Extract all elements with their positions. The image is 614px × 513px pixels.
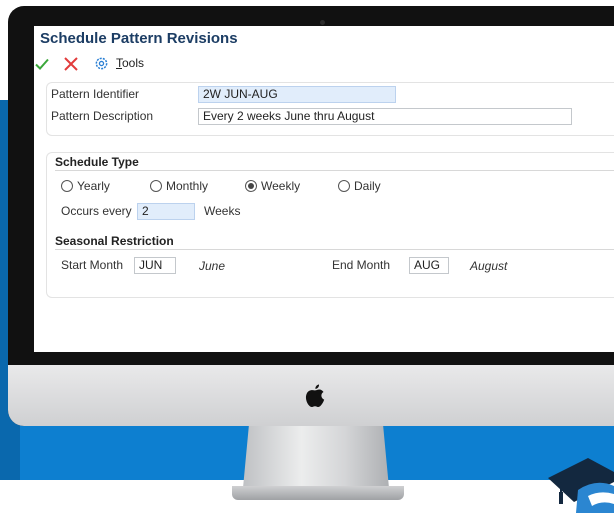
checkmark-icon[interactable] <box>34 56 50 72</box>
radio-monthly-label: Monthly <box>166 179 209 193</box>
radio-weekly-label: Weekly <box>261 179 301 193</box>
start-month-name: June <box>199 259 226 273</box>
radio-daily-label: Daily <box>354 179 381 193</box>
graduation-cap-logo-icon <box>548 458 614 513</box>
page-title: Schedule Pattern Revisions <box>40 30 238 47</box>
occurs-unit-label: Weeks <box>204 204 241 218</box>
pattern-identifier-label: Pattern Identifier <box>51 87 140 101</box>
end-month-field[interactable]: AUG <box>409 257 449 274</box>
gear-icon[interactable] <box>94 56 109 71</box>
tools-menu[interactable]: Tools <box>116 56 144 70</box>
section-divider <box>55 170 614 171</box>
monitor-stand-foot <box>232 486 404 500</box>
radio-yearly[interactable] <box>61 180 73 192</box>
pattern-description-field[interactable]: Every 2 weeks June thru August <box>198 108 572 125</box>
pattern-panel: Pattern Identifier 2W JUN-AUG Pattern De… <box>46 82 614 136</box>
end-month-name: August <box>470 259 508 273</box>
start-month-field[interactable]: JUN <box>134 257 176 274</box>
monitor-stand <box>243 426 389 488</box>
schedule-panel: Schedule Type Yearly Monthly Weekly Dail… <box>46 152 614 298</box>
section-divider <box>55 249 614 250</box>
occurs-every-label: Occurs every <box>61 204 132 218</box>
radio-yearly-label: Yearly <box>77 179 110 193</box>
seasonal-restriction-heading: Seasonal Restriction <box>55 234 174 248</box>
radio-monthly[interactable] <box>150 180 162 192</box>
pattern-description-label: Pattern Description <box>51 109 154 123</box>
end-month-label: End Month <box>332 258 391 272</box>
schedule-type-heading: Schedule Type <box>55 155 139 169</box>
occurs-every-field[interactable]: 2 <box>137 203 195 220</box>
toolbar: Tools <box>34 52 614 78</box>
app-screen: Schedule Pattern Revisions Tools Pattern… <box>34 26 614 352</box>
radio-weekly[interactable] <box>245 180 257 192</box>
start-month-label: Start Month <box>61 258 124 272</box>
tools-label-rest: ools <box>122 56 145 70</box>
close-icon[interactable] <box>64 57 78 71</box>
apple-logo-icon <box>305 384 325 408</box>
camera-dot <box>320 20 325 25</box>
pattern-identifier-field[interactable]: 2W JUN-AUG <box>198 86 396 103</box>
radio-daily[interactable] <box>338 180 350 192</box>
